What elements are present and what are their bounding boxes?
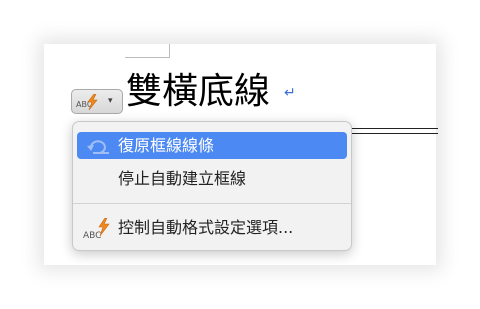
menu-item-label: 停止自動建立框線 [118, 169, 247, 188]
page-margin-mark [125, 44, 170, 58]
document-heading[interactable]: 雙橫底線 [126, 70, 270, 114]
menu-item-stop-auto-border[interactable]: 停止自動建立框線 [77, 165, 347, 192]
autocorrect-options-menu: 復原框線線條 停止自動建立框線 ABC 控制自動格式設定選項... [72, 121, 352, 251]
menu-item-label: 控制自動格式設定選項... [118, 218, 294, 237]
autocorrect-lightning-icon: ABC [76, 94, 102, 112]
undo-icon [87, 140, 109, 154]
menu-item-autoformat-options[interactable]: ABC 控制自動格式設定選項... [77, 214, 347, 241]
autocorrect-lightning-icon: ABC [83, 217, 113, 241]
autocorrect-options-button[interactable]: ABC ▾ [71, 89, 123, 114]
paragraph-return-mark: ↵ [284, 85, 296, 101]
chevron-down-icon: ▾ [108, 96, 113, 106]
menu-separator [73, 203, 351, 204]
menu-item-label: 復原框線線條 [118, 136, 215, 155]
menu-item-undo-border[interactable]: 復原框線線條 [77, 132, 347, 159]
svg-text:ABC: ABC [83, 231, 101, 240]
